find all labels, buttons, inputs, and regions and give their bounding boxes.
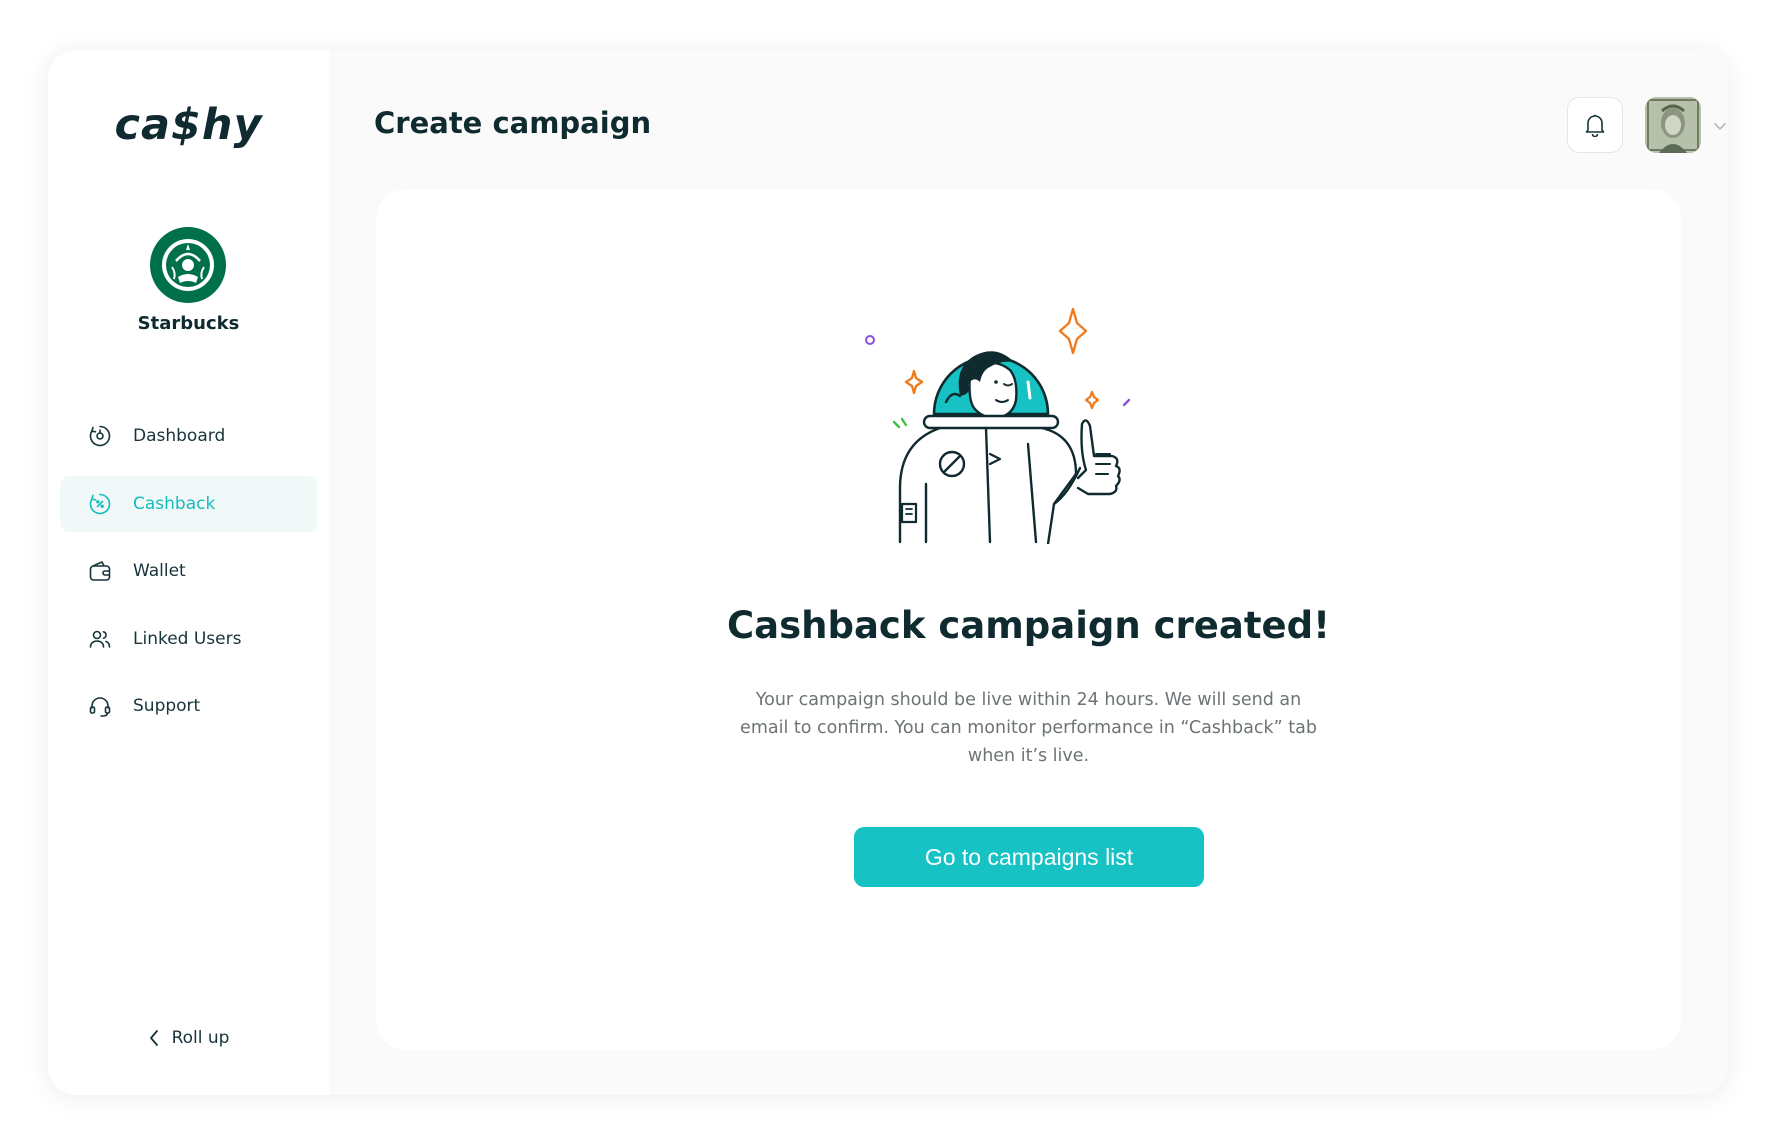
- users-icon: [87, 626, 113, 652]
- chevron-down-icon: [1714, 123, 1726, 131]
- brand-avatar: [150, 227, 226, 303]
- avatar-image: [1645, 97, 1701, 153]
- go-to-campaigns-button[interactable]: Go to campaigns list: [854, 827, 1204, 887]
- starbucks-logo-icon: [151, 228, 225, 302]
- sidebar-item-label: Support: [133, 696, 201, 716]
- sidebar-item-linked-users[interactable]: Linked Users: [60, 611, 317, 667]
- cashback-icon: [87, 491, 113, 517]
- rollup-label: Roll up: [171, 1028, 230, 1048]
- success-message: Your campaign should be live within 24 h…: [740, 690, 1317, 766]
- user-avatar[interactable]: [1645, 97, 1701, 153]
- page-title: Create campaign: [374, 106, 652, 140]
- sidebar: ca$hy Starbucks Dashboard Cashback Walle…: [48, 50, 329, 1095]
- sidebar-item-dashboard[interactable]: Dashboard: [60, 408, 317, 464]
- user-menu-toggle[interactable]: [1713, 117, 1727, 136]
- bell-icon: [1585, 114, 1605, 137]
- sidebar-item-label: Wallet: [133, 561, 186, 581]
- main-area: Create campaign Cashback campaign create…: [329, 50, 1728, 1095]
- success-card: Cashback campaign created! Your campaign…: [376, 189, 1681, 1050]
- sidebar-item-cashback[interactable]: Cashback: [60, 475, 317, 532]
- wallet-icon: [87, 558, 113, 584]
- success-headline: Cashback campaign created!: [726, 604, 1331, 647]
- dashboard-icon: [87, 423, 113, 449]
- sidebar-nav: Dashboard Cashback Wallet Linked Users S…: [60, 408, 317, 746]
- sidebar-item-label: Linked Users: [133, 628, 242, 649]
- sidebar-item-support[interactable]: Support: [60, 678, 317, 734]
- astronaut-illustration: [856, 304, 1156, 546]
- app-window: ca$hy Starbucks Dashboard Cashback Walle…: [48, 50, 1728, 1095]
- app-logo[interactable]: ca$hy: [48, 100, 329, 150]
- chevron-left-icon: [148, 1029, 160, 1047]
- rollup-button[interactable]: Roll up: [48, 1028, 329, 1048]
- brand-name: Starbucks: [137, 313, 240, 334]
- sidebar-item-label: Dashboard: [133, 426, 226, 446]
- sidebar-item-wallet[interactable]: Wallet: [60, 543, 317, 599]
- headset-icon: [87, 693, 113, 719]
- notifications-button[interactable]: [1567, 97, 1623, 153]
- sidebar-item-label: Cashback: [133, 493, 216, 514]
